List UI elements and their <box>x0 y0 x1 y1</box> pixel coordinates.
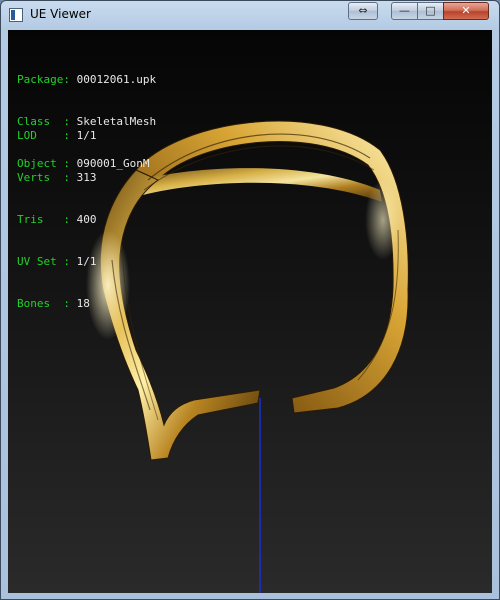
app-window: UE Viewer ⇔ — □ ✕ Package: 00012061.upk … <box>0 0 500 600</box>
band-inner-strip <box>140 168 382 202</box>
tris-line: Tris : 400 <box>17 213 97 226</box>
window-title: UE Viewer <box>30 7 91 21</box>
bones-value: 18 <box>76 297 90 310</box>
maximize-button[interactable]: □ <box>417 2 444 20</box>
3d-viewport[interactable]: Package: 00012061.upk Class : SkeletalMe… <box>8 30 492 593</box>
lod-value: 1/1 <box>76 129 97 142</box>
tris-value: 400 <box>76 213 97 226</box>
package-value: 00012061.upk <box>76 73 157 86</box>
close-button[interactable]: ✕ <box>443 2 489 20</box>
resize-button[interactable]: ⇔ <box>348 2 378 20</box>
uvset-line: UV Set : 1/1 <box>17 255 97 268</box>
verts-value: 313 <box>76 171 97 184</box>
title-bar[interactable]: UE Viewer ⇔ — □ ✕ <box>1 1 499 30</box>
uvset-value: 1/1 <box>76 255 97 268</box>
lod-line: LOD : 1/1 <box>17 129 97 142</box>
package-line: Package: 00012061.upk <box>17 73 157 86</box>
bones-line: Bones : 18 <box>17 297 90 310</box>
band-back <box>135 120 409 414</box>
minimize-button[interactable]: — <box>391 2 418 20</box>
app-icon <box>9 8 23 22</box>
verts-line: Verts : 313 <box>17 171 97 184</box>
mesh-stats-block: LOD : 1/1 Verts : 313 Tris : 400 UV Set … <box>17 101 96 339</box>
